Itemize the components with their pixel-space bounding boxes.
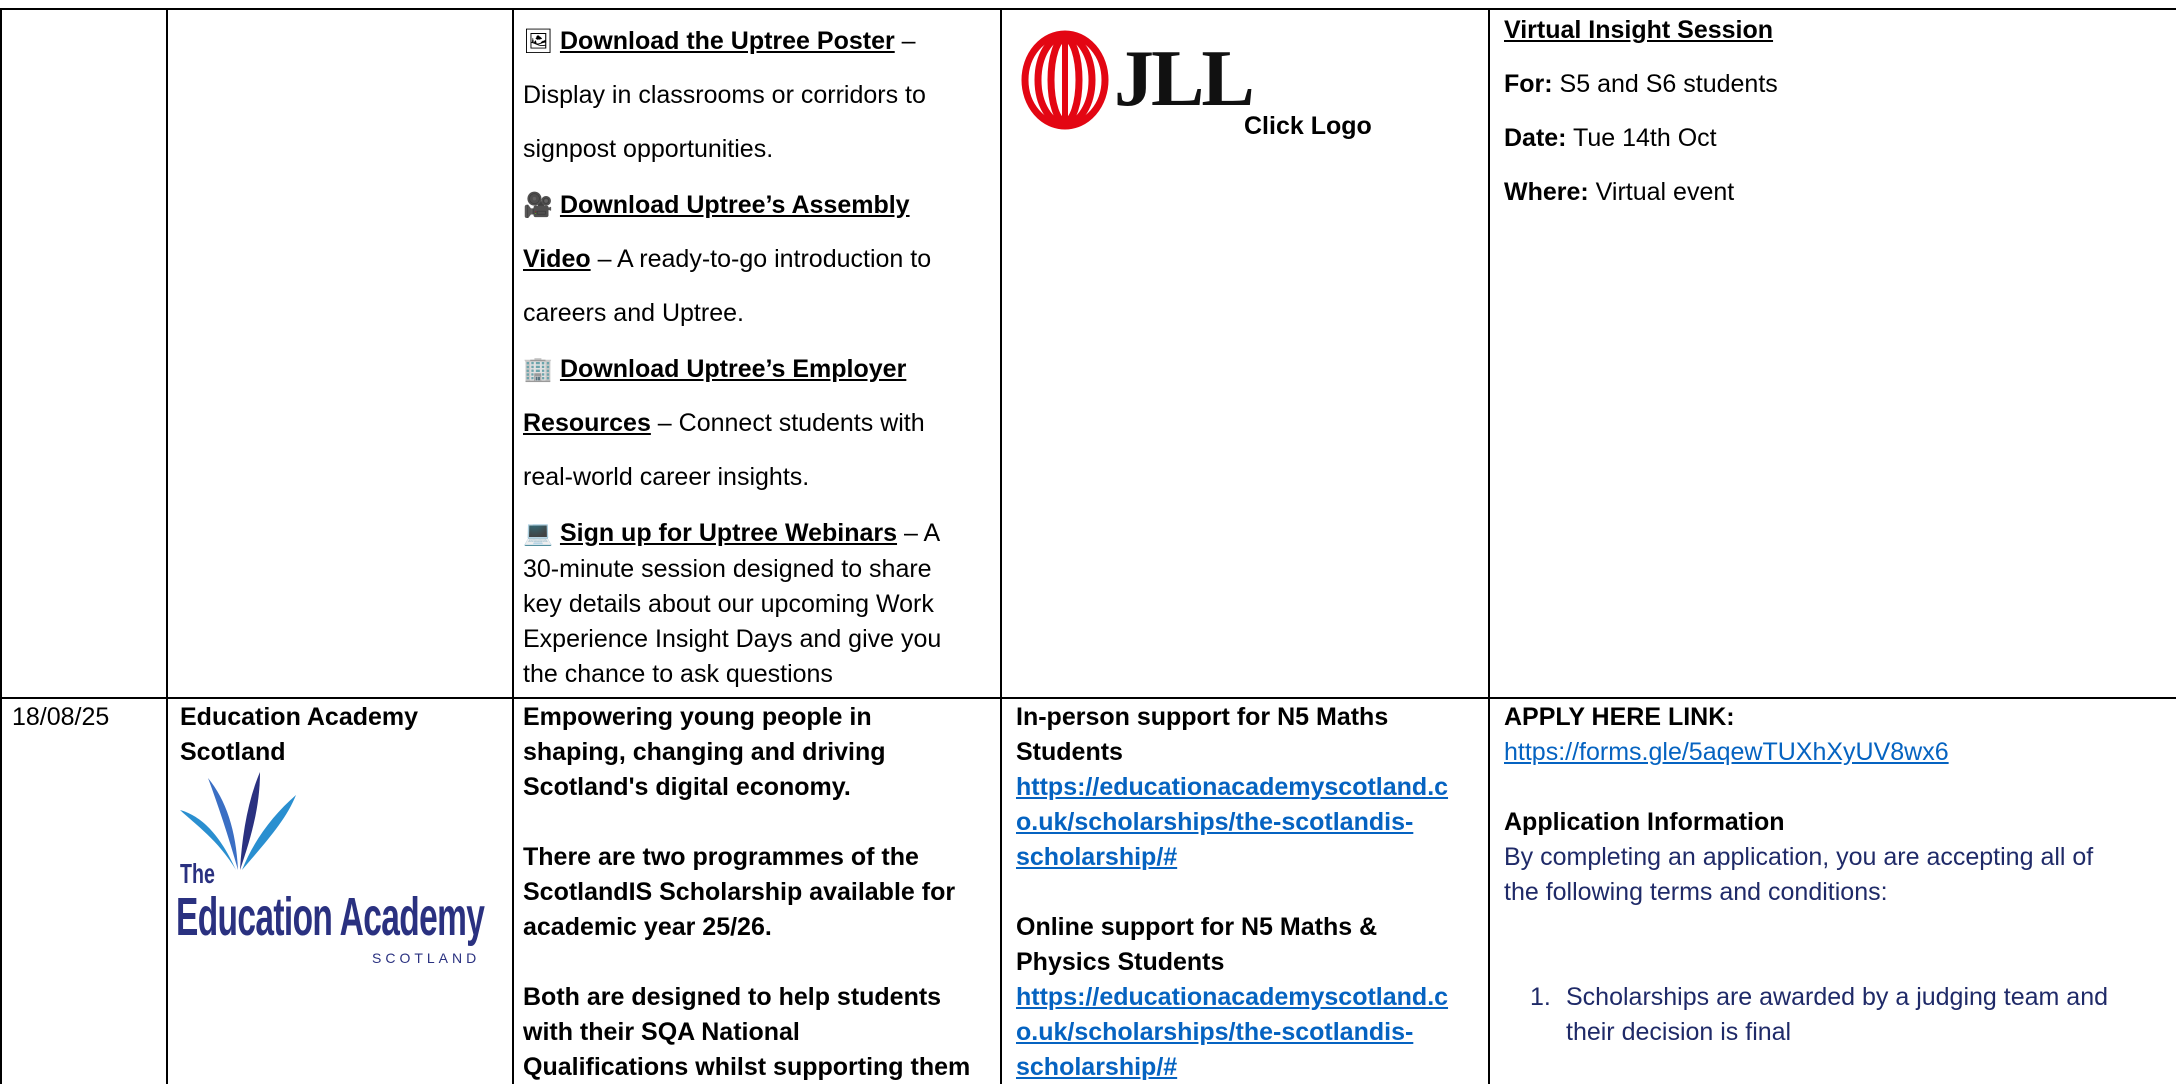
logo-scotland: SCOTLAND	[372, 950, 481, 966]
online-link-line[interactable]: scholarship/#	[1016, 1050, 1486, 1084]
description-line: academic year 25/26.	[523, 913, 772, 941]
webinar-text: – A	[897, 519, 941, 547]
click-logo-label: Click Logo	[1244, 112, 1372, 140]
jll-logo-text: JLL	[1114, 35, 1255, 123]
jll-logo-cell: JLL Click Logo	[1010, 20, 1480, 160]
poster-icon: 🖼	[523, 27, 554, 55]
poster-text: Display in classrooms or corridors to	[523, 81, 926, 109]
description-line: Empowering young people in	[523, 703, 872, 731]
table-top-border	[0, 8, 2176, 10]
session-for: For: S5 and S6 students	[1504, 66, 2164, 102]
employer-text: – Connect students with	[650, 409, 925, 437]
poster-text: –	[894, 27, 916, 55]
building-icon: 🏢	[523, 355, 553, 383]
column-border	[166, 10, 168, 1084]
list-number: 1.	[1530, 983, 1551, 1011]
session-where: Where: Virtual event	[1504, 174, 2164, 210]
employer-line: Resources – Connect students with	[523, 396, 993, 450]
support-links-cell: In-person support for N5 Maths Students …	[1016, 700, 1486, 1084]
where-label: Where:	[1504, 178, 1589, 206]
online-link-line[interactable]: https://educationacademyscotland.c	[1016, 980, 1486, 1015]
organisation-name-line: Education Academy	[180, 703, 419, 731]
online-heading: Physics Students	[1016, 948, 1225, 976]
for-value: S5 and S6 students	[1552, 70, 1778, 98]
session-heading-text: Virtual Insight Session	[1504, 16, 1774, 44]
inperson-heading: In-person support for N5 Maths	[1016, 703, 1389, 731]
video-line: 🎥 Download Uptree’s Assembly	[523, 178, 993, 232]
employer-text: real-world career insights.	[523, 463, 810, 491]
description-line: shaping, changing and driving	[523, 738, 886, 766]
application-info-text: the following terms and conditions:	[1504, 878, 1888, 906]
terms-list-item: 1. Scholarships are awarded by a judging…	[1504, 980, 2172, 1050]
application-info-text: By completing an application, you are ac…	[1504, 843, 2094, 871]
video-camera-icon: 🎥	[523, 191, 553, 219]
video-text: – A ready-to-go introduction to	[590, 245, 932, 273]
webinar-text-line: 30-minute session designed to share	[523, 555, 932, 583]
jll-swoosh-icon	[1021, 30, 1109, 130]
inperson-link-line[interactable]: o.uk/scholarships/the-scotlandis-	[1016, 805, 1486, 840]
where-value: Virtual event	[1588, 178, 1735, 206]
inperson-link[interactable]: https://educationacademyscotland.c o.uk/…	[1016, 770, 1486, 875]
column-border	[0, 10, 2, 1084]
description-line: with their SQA National	[523, 1018, 800, 1046]
video-line: Video – A ready-to-go introduction to	[523, 232, 993, 286]
description-line: There are two programmes of the	[523, 843, 919, 871]
session-heading: Virtual Insight Session	[1504, 12, 2164, 48]
description-line: Qualifications whilst supporting them	[523, 1053, 971, 1081]
apply-label: APPLY HERE LINK:	[1504, 703, 1735, 731]
webinar-text-line: the chance to ask questions	[523, 660, 833, 688]
education-academy-logo[interactable]: The Education Academy SCOTLAND	[176, 770, 486, 975]
application-info-heading: Application Information	[1504, 808, 1785, 836]
for-label: For:	[1504, 70, 1553, 98]
webinar-description: 30-minute session designed to share key …	[523, 552, 993, 692]
session-date: Date: Tue 14th Oct	[1504, 120, 2164, 156]
uptree-resources-cell: 🖼 Download the Uptree Poster – Display i…	[523, 14, 993, 692]
assembly-video-link[interactable]: Download Uptree’s Assembly	[560, 191, 910, 219]
description-line: ScotlandIS Scholarship available for	[523, 878, 956, 906]
inperson-link-line[interactable]: https://educationacademyscotland.c	[1016, 770, 1486, 805]
video-text: careers and Uptree.	[523, 299, 744, 327]
document-page: 🖼 Download the Uptree Poster – Display i…	[0, 0, 2176, 1084]
apply-cell: APPLY HERE LINK: https://forms.gle/5aqew…	[1504, 700, 2172, 1050]
row-date: 18/08/25	[12, 703, 110, 731]
description-line: Both are designed to help students	[523, 983, 942, 1011]
inperson-link-line[interactable]: scholarship/#	[1016, 840, 1486, 875]
assembly-video-link[interactable]: Video	[523, 245, 591, 273]
webinar-signup-link[interactable]: Sign up for Uptree Webinars	[560, 519, 897, 547]
column-border	[512, 10, 514, 1084]
employer-resources-link[interactable]: Resources	[523, 409, 651, 437]
poster-text: signpost opportunities.	[523, 135, 774, 163]
webinar-text-line: key details about our upcoming Work	[523, 590, 934, 618]
session-details-cell: Virtual Insight Session For: S5 and S6 s…	[1504, 12, 2164, 210]
programme-description: Empowering young people in shaping, chan…	[523, 700, 993, 1084]
column-border	[1488, 10, 1490, 1084]
poster-line: 🖼 Download the Uptree Poster –	[523, 14, 993, 68]
organisation-name: Education Academy Scotland	[180, 700, 505, 770]
apply-link[interactable]: https://forms.gle/5aqewTUXhXyUV8wx6	[1504, 735, 2172, 770]
poster-link[interactable]: Download the Uptree Poster	[560, 27, 895, 55]
date-value: Tue 14th Oct	[1566, 124, 1717, 152]
online-heading: Online support for N5 Maths &	[1016, 913, 1378, 941]
online-link-line[interactable]: o.uk/scholarships/the-scotlandis-	[1016, 1015, 1486, 1050]
terms-item-line: their decision is final	[1566, 1018, 1792, 1046]
jll-logo[interactable]: JLL	[1020, 30, 1255, 130]
employer-resources-link[interactable]: Download Uptree’s Employer	[560, 355, 906, 383]
date-label: Date:	[1504, 124, 1567, 152]
online-link[interactable]: https://educationacademyscotland.c o.uk/…	[1016, 980, 1486, 1084]
organisation-name-line: Scotland	[180, 738, 286, 766]
description-line: Scotland's digital economy.	[523, 773, 851, 801]
inperson-heading: Students	[1016, 738, 1123, 766]
employer-line: 🏢 Download Uptree’s Employer	[523, 342, 993, 396]
terms-item-line: Scholarships are awarded by a judging te…	[1566, 983, 2109, 1011]
row-divider	[0, 697, 2176, 699]
column-border	[1000, 10, 1002, 1084]
webinar-text-line: Experience Insight Days and give you	[523, 625, 942, 653]
logo-name: Education Academy	[176, 887, 485, 947]
